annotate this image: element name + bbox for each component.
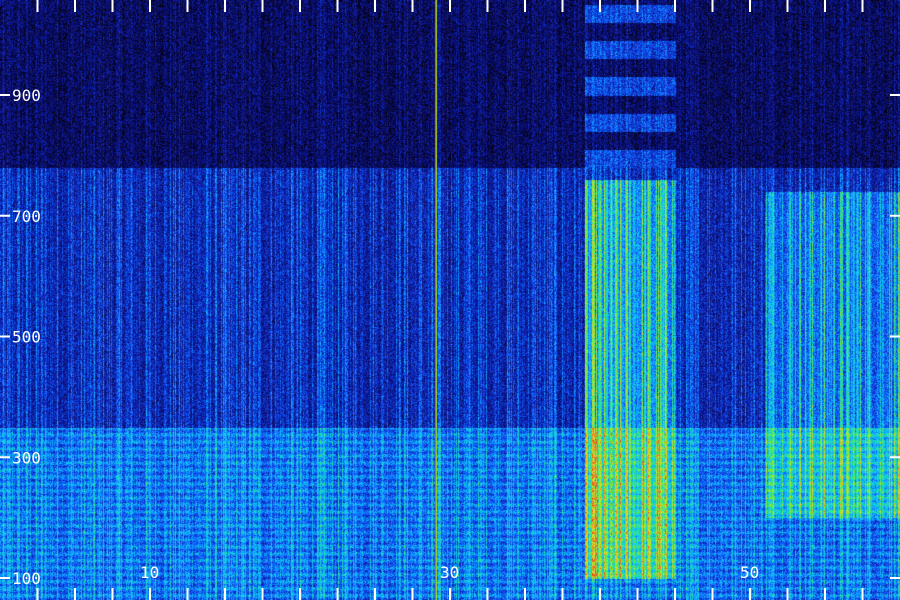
y-tick-label: 900 [12, 86, 41, 105]
y-tick-label: 300 [12, 448, 41, 467]
spectrogram-chart: 900 700 500 300 100 10 30 50 [0, 0, 900, 600]
y-tick-label: 100 [12, 569, 41, 588]
x-tick-label: 30 [440, 563, 459, 582]
x-tick-label: 50 [740, 563, 759, 582]
spectrogram-heatmap [0, 0, 900, 600]
y-tick-label: 500 [12, 328, 41, 347]
spectrogram-canvas-holder [0, 0, 900, 600]
y-tick-label: 700 [12, 207, 41, 226]
x-tick-label: 10 [140, 563, 159, 582]
